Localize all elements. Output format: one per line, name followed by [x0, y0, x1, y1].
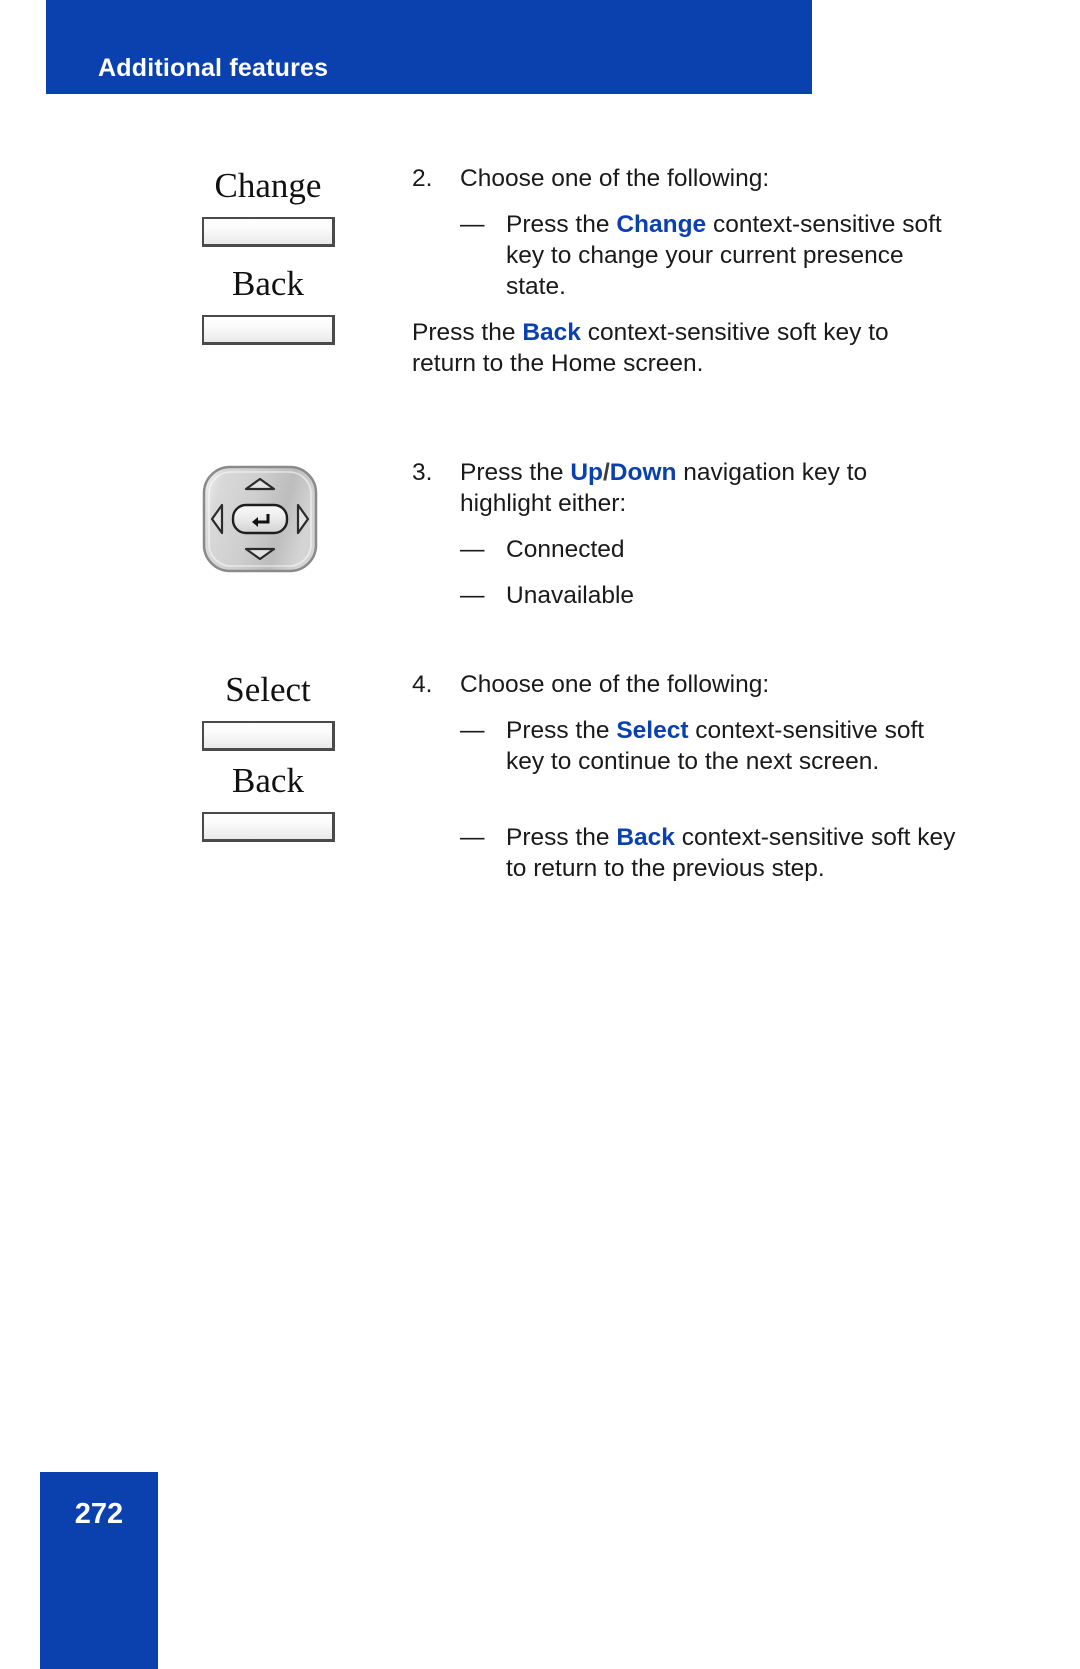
change-softkey-graphic: Change	[168, 168, 368, 247]
em-dash-marker: —	[460, 211, 485, 238]
back-softkey-button-1[interactable]	[201, 315, 335, 345]
keyword-change: Change	[616, 211, 707, 238]
step-4-bullet-select-text: Press the Select context-sensitive soft …	[506, 717, 925, 775]
page-number: 272	[74, 1498, 124, 1530]
manual-page: Additional features Change Back Select B…	[0, 0, 1080, 1669]
em-dash-marker: —	[460, 536, 485, 563]
select-softkey-graphic: Select	[168, 672, 368, 751]
step-4-text: Choose one of the following:	[460, 671, 770, 698]
keyword-back-previous: Back	[616, 824, 675, 851]
back-softkey-label-2: Back	[232, 761, 304, 800]
back-softkey-button-2[interactable]	[201, 812, 335, 842]
step-3-number: 3.	[412, 459, 433, 486]
step-3-bullet-connected-text: Connected	[506, 536, 625, 563]
step-3-bullet-unavailable-text: Unavailable	[506, 582, 635, 609]
step-4-bullet-back-text: Press the Back context-sensitive soft ke…	[506, 824, 956, 882]
page-title: Additional features	[98, 54, 329, 82]
navigation-key-cluster-icon	[202, 465, 318, 573]
keyword-back-home: Back	[522, 319, 581, 346]
step-3-text: Press the Up/Down navigation key to high…	[460, 459, 868, 517]
step-2-number: 2.	[412, 165, 433, 192]
change-softkey-label: Change	[214, 166, 322, 205]
back-softkey-label-1: Back	[232, 264, 304, 303]
step-2-text: Choose one of the following:	[460, 165, 770, 192]
keyword-select: Select	[616, 717, 689, 744]
back-home-screen-paragraph: Press the Back context-sensitive soft ke…	[412, 319, 889, 377]
step-2-bullet-1-text: Press the Change context-sensitive soft …	[506, 211, 942, 300]
keyword-up: Up	[570, 459, 603, 486]
navigation-key-cluster-graphic[interactable]	[200, 463, 320, 575]
step-4-number: 4.	[412, 671, 433, 698]
em-dash-marker: —	[460, 717, 485, 744]
em-dash-marker: —	[460, 824, 485, 851]
back-softkey-graphic-1: Back	[168, 266, 368, 345]
back-softkey-graphic-2: Back	[168, 763, 368, 842]
em-dash-marker: —	[460, 582, 485, 609]
select-softkey-button[interactable]	[201, 721, 335, 751]
change-softkey-button[interactable]	[201, 217, 335, 247]
select-softkey-label: Select	[225, 670, 311, 709]
keyword-down: Down	[609, 459, 677, 486]
keyword-separator: /	[602, 459, 610, 486]
